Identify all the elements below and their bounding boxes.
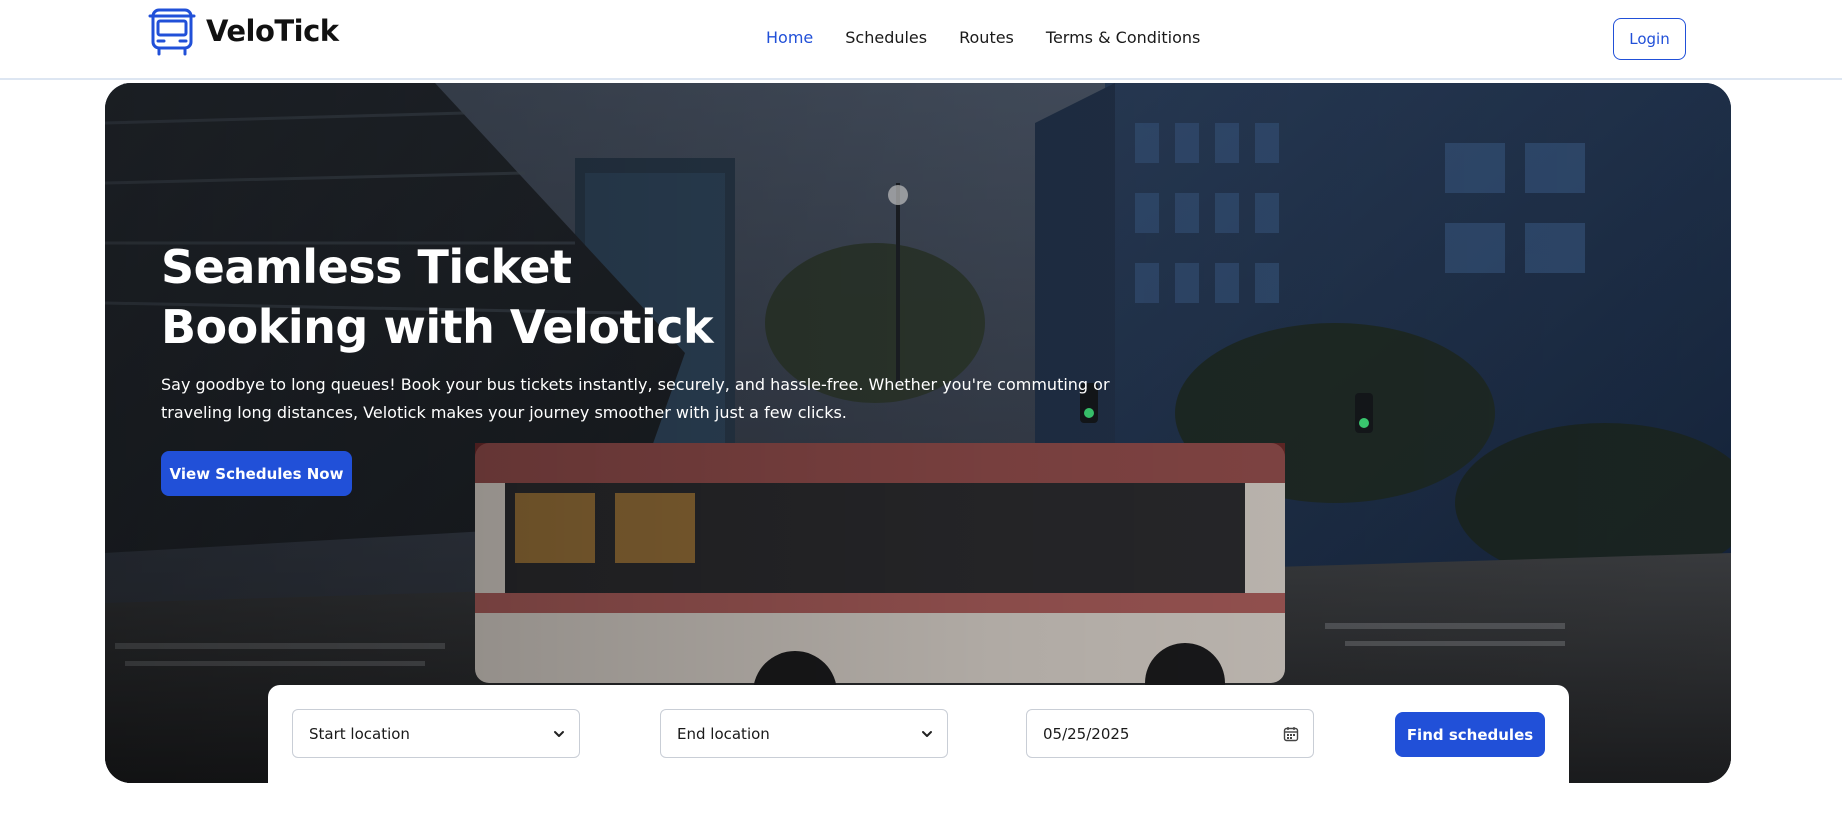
nav-link-schedules[interactable]: Schedules bbox=[845, 28, 927, 47]
end-location-select[interactable]: End location bbox=[660, 709, 948, 758]
chevron-down-icon bbox=[554, 730, 564, 737]
hero-banner: Seamless Ticket Booking with Velotick Sa… bbox=[105, 83, 1731, 783]
nav-link-routes[interactable]: Routes bbox=[959, 28, 1014, 47]
brand-logo[interactable]: VeloTick bbox=[148, 6, 339, 56]
nav-link-terms[interactable]: Terms & Conditions bbox=[1046, 28, 1200, 47]
travel-date-input[interactable]: 05/25/2025 bbox=[1026, 709, 1314, 758]
nav-link-home[interactable]: Home bbox=[766, 28, 813, 47]
hero-title-line-2: Booking with Velotick bbox=[161, 300, 714, 354]
chevron-down-icon bbox=[922, 730, 932, 737]
find-schedules-button[interactable]: Find schedules bbox=[1395, 712, 1545, 757]
end-location-value: End location bbox=[677, 724, 770, 743]
site-header: VeloTick Home Schedules Routes Terms & C… bbox=[0, 0, 1842, 80]
calendar-icon[interactable] bbox=[1283, 726, 1299, 742]
main-nav: Home Schedules Routes Terms & Conditions bbox=[766, 28, 1200, 47]
hero-description: Say goodbye to long queues! Book your bu… bbox=[161, 375, 1110, 422]
hero-overlay bbox=[105, 83, 1731, 783]
bus-icon bbox=[148, 8, 196, 56]
start-location-select[interactable]: Start location bbox=[292, 709, 580, 758]
hero-title: Seamless Ticket Booking with Velotick bbox=[161, 237, 881, 357]
hero-title-line-1: Seamless Ticket bbox=[161, 240, 572, 294]
login-button[interactable]: Login bbox=[1613, 18, 1686, 60]
travel-date-value: 05/25/2025 bbox=[1043, 724, 1130, 743]
schedule-search-panel: Start location End location 05/25/2025 F… bbox=[268, 685, 1569, 818]
start-location-value: Start location bbox=[309, 724, 410, 743]
view-schedules-button[interactable]: View Schedules Now bbox=[161, 451, 352, 496]
brand-name: VeloTick bbox=[206, 14, 339, 48]
